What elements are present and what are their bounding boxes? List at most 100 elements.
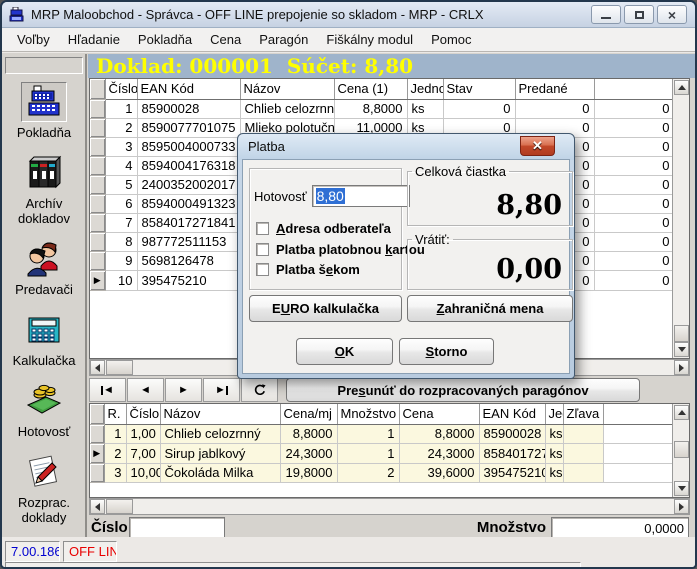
col-cena1: Cena (1) <box>334 79 407 99</box>
previous-icon: ◄ <box>140 384 151 396</box>
cancel-button[interactable]: Storno <box>399 338 494 365</box>
menu-item[interactable]: Pomoc <box>422 30 480 49</box>
sidebar-item-pokladna[interactable]: Pokladňa <box>3 82 85 140</box>
cell-extra: 0 <box>594 99 674 118</box>
cell-jed: ks <box>545 424 563 443</box>
receipt-vertical-scrollbar[interactable] <box>672 404 689 497</box>
ok-button[interactable]: OK <box>296 338 393 365</box>
mnozstvo-input[interactable] <box>551 517 689 539</box>
previous-record-button[interactable]: ◄ <box>127 378 164 402</box>
change-group: Vrátiť: 0,00 <box>407 232 573 290</box>
status-bar: 7.00.186 OFF LINI Prechádzanie paragónu … <box>2 537 695 567</box>
euro-calculator-button[interactable]: EURO kalkulačka <box>249 295 402 322</box>
receipt-header-row: R. Číslo Názov Cena/mj Množstvo Cena EAN… <box>90 404 674 424</box>
col-extra <box>594 79 674 99</box>
menu-item[interactable]: Fiškálny modul <box>317 30 422 49</box>
sidebar-item-hotovost[interactable]: Hotovosť <box>3 381 85 439</box>
checkbox-platba-kartou[interactable]: Platba platobnou kartou <box>256 242 425 257</box>
scroll-up-button[interactable] <box>674 405 689 420</box>
cell-ean: 8584017271841 <box>137 213 240 232</box>
receipt-horizontal-scrollbar[interactable] <box>89 498 690 515</box>
cell-extra: 0 <box>594 175 674 194</box>
cell-cislo: 8 <box>105 232 137 251</box>
close-button[interactable]: × <box>657 5 687 24</box>
checkbox-platba-sekom[interactable]: Platba šekom <box>256 262 360 277</box>
sidebar-item-predavaci[interactable]: Predavači <box>3 239 85 297</box>
hotovost-selected-text: 8,80 <box>316 188 345 204</box>
dialog-title[interactable]: Platba <box>248 139 285 154</box>
menu-item[interactable]: Paragón <box>250 30 317 49</box>
items-vertical-scrollbar[interactable] <box>672 79 689 358</box>
scroll-down-button[interactable] <box>674 342 689 357</box>
checkbox-icon <box>256 263 269 276</box>
sidebar-item-archiv[interactable]: Archív dokladov <box>3 153 85 226</box>
scroll-thumb[interactable] <box>106 360 133 375</box>
cell-extra: 0 <box>594 232 674 251</box>
minimize-button[interactable] <box>591 5 621 24</box>
receipt-table-row[interactable]: 1 1,00 Chlieb celozrnný 8,8000 1 8,8000 … <box>90 424 674 443</box>
receipt-table: R. Číslo Názov Cena/mj Množstvo Cena EAN… <box>90 404 675 483</box>
cell-cenamj: 24,3000 <box>280 443 337 463</box>
sidebar-item-kalkulacka[interactable]: Kalkulačka <box>3 310 85 368</box>
hotovost-input[interactable]: 8,80 <box>312 185 410 207</box>
scroll-thumb[interactable] <box>674 441 689 458</box>
col-cena: Cena <box>399 404 479 424</box>
dialog-close-button[interactable]: ✕ <box>520 136 555 156</box>
window-titlebar[interactable]: MRP Maloobchod - Správca - OFF LINE prep… <box>2 2 695 28</box>
checkbox-adresa-odberatela[interactable]: Adresa odberateľa <box>256 221 391 236</box>
next-record-button[interactable]: ► <box>165 378 202 402</box>
close-icon: × <box>668 8 676 22</box>
refresh-button[interactable] <box>241 378 278 402</box>
cell-zlava <box>563 424 603 443</box>
row-indicator-header <box>90 404 104 424</box>
scroll-thumb[interactable] <box>106 499 133 514</box>
cell-mnozstvo: 2 <box>337 463 399 482</box>
receipt-table-row[interactable]: 3 10,00 Čokoláda Milka 19,8000 2 39,6000… <box>90 463 674 482</box>
first-record-button[interactable]: ◄ <box>89 378 126 402</box>
total-amount-value: 8,80 <box>496 190 562 221</box>
cell-extra: 0 <box>594 194 674 213</box>
foreign-currency-button[interactable]: Zahraničná mena <box>407 295 573 322</box>
maximize-icon <box>635 11 644 19</box>
cell-cislo: 4 <box>105 156 137 175</box>
last-icon: ► <box>215 384 226 396</box>
cell-r: 1 <box>104 424 126 443</box>
payment-dialog: Platba ✕ Hotovosť 8,80 Adresa odberateľa… <box>237 133 575 379</box>
scroll-right-button[interactable] <box>674 360 689 375</box>
cell-cislo: 10,00 <box>126 463 160 482</box>
scroll-thumb[interactable] <box>674 325 689 342</box>
scroll-right-button[interactable] <box>674 499 689 514</box>
row-indicator-header <box>90 79 105 99</box>
cell-cislo: 2 <box>105 118 137 137</box>
maximize-button[interactable] <box>624 5 654 24</box>
next-icon: ► <box>178 384 189 396</box>
cell-zlava <box>563 463 603 482</box>
sidebar-label: Pokladňa <box>4 125 84 140</box>
items-table-row[interactable]: 1 85900028 Chlieb celozrnný 8,8000 ks 0 … <box>90 99 674 118</box>
cell-r: 3 <box>104 463 126 482</box>
menu-item[interactable]: Hľadanie <box>59 30 129 49</box>
scroll-left-button[interactable] <box>90 499 105 514</box>
col-ean: EAN Kód <box>137 79 240 99</box>
sidebar-item-rozprac[interactable]: Rozprac. doklady <box>3 452 85 525</box>
col-cislo: Číslo <box>126 404 160 424</box>
checkbox-icon <box>256 222 269 235</box>
cell-cislo: 1,00 <box>126 424 160 443</box>
receipt-grid: R. Číslo Názov Cena/mj Množstvo Cena EAN… <box>89 403 690 498</box>
move-to-open-receipts-button[interactable]: Presunúť do rozpracovaných paragónov <box>286 378 640 402</box>
col-zlava: Zľava <box>563 404 603 424</box>
receipt-table-row[interactable]: ▶ 2 7,00 Sirup jablkový 24,3000 1 24,300… <box>90 443 674 463</box>
last-record-button[interactable]: ► <box>203 378 240 402</box>
scroll-down-button[interactable] <box>674 481 689 496</box>
cell-jednotka: ks <box>407 99 443 118</box>
scroll-left-button[interactable] <box>90 360 105 375</box>
cell-cenamj: 19,8000 <box>280 463 337 482</box>
cell-ean: 85900028 <box>137 99 240 118</box>
menu-item[interactable]: Pokladňa <box>129 30 201 49</box>
scroll-up-button[interactable] <box>674 80 689 95</box>
menu-item[interactable]: Cena <box>201 30 250 49</box>
menu-item[interactable]: Voľby <box>8 30 59 49</box>
cislo-input[interactable] <box>129 517 225 539</box>
minimize-icon <box>601 16 611 19</box>
items-header-row: Číslo EAN Kód Názov Cena (1) Jednotka St… <box>90 79 674 99</box>
